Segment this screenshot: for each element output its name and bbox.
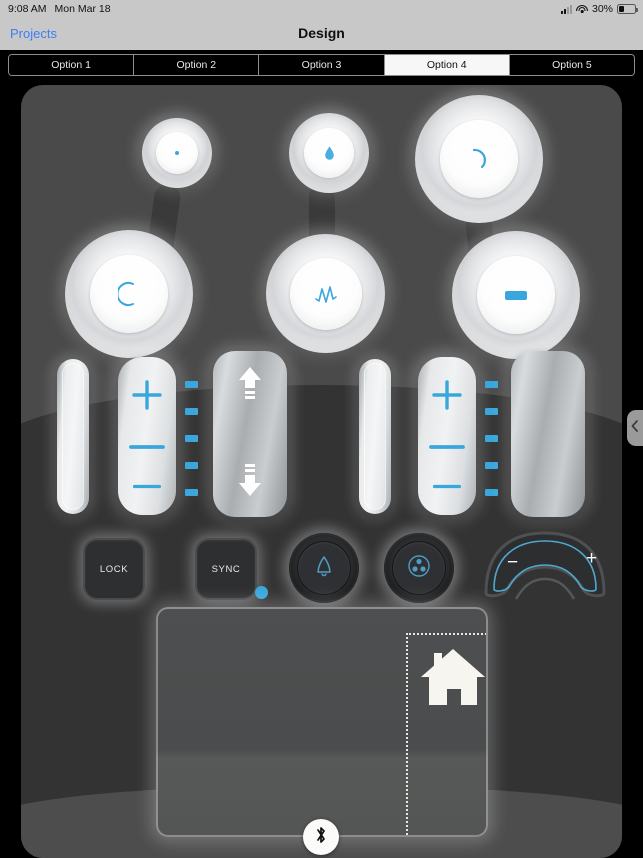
level-dash [185,462,198,469]
status-time: 9:08 AM [8,3,47,15]
battery-icon [617,4,638,14]
plus-icon [130,378,164,417]
arc-icon [466,146,492,172]
lock-button[interactable]: LOCK [83,538,145,600]
arrow-pad-left[interactable] [213,351,287,517]
rectangle-icon [504,287,528,303]
side-panel-handle[interactable] [627,410,643,446]
blue-status-dot [255,586,268,599]
droplet-icon [324,146,335,161]
knob-cap [156,132,198,174]
plus-icon [430,378,464,417]
battery-percent: 30% [591,3,613,15]
minus-small-icon [432,476,462,494]
level-dashes-left [185,381,198,496]
knob-cap [90,255,168,333]
volume-minus-label[interactable]: − [507,553,518,572]
knob-small-dot[interactable] [142,118,212,188]
level-dash [185,408,198,415]
device-panel: LOCK SYNC − + [21,85,622,858]
tab-option-1[interactable]: Option 1 [9,55,135,75]
app-root: 9:08 AM Mon Mar 18 30% Projects Design O… [0,0,643,858]
knob-waveform[interactable] [266,234,385,353]
level-dash [185,489,198,496]
knob-cap [440,120,518,198]
bell-button[interactable] [289,533,359,603]
page-title: Design [298,25,345,41]
bell-icon [313,554,335,583]
rocker-pad-right[interactable] [511,351,585,517]
bluetooth-button[interactable] [303,819,339,855]
level-dash [185,435,198,442]
status-bar-left: 9:08 AM Mon Mar 18 [8,3,111,15]
fan-icon [406,553,432,584]
touch-screen-area[interactable] [156,607,488,837]
cellular-signal-icon [560,4,572,14]
crescent-icon [118,281,140,307]
bluetooth-icon [314,825,328,850]
guide-line-horizontal [406,633,486,635]
plus-minus-pad-left[interactable] [118,357,176,515]
status-date: Mon Mar 18 [54,3,111,15]
tab-option-2[interactable]: Option 2 [134,55,260,75]
home-icon [420,647,486,714]
level-dash [185,381,198,388]
tab-option-3[interactable]: Option 3 [259,55,385,75]
wifi-icon [575,4,588,14]
fan-button-inner [393,542,445,594]
knob-rectangle[interactable] [452,231,580,359]
knob-small-droplet[interactable] [289,113,369,193]
tab-option-5[interactable]: Option 5 [509,55,634,75]
level-dashes-right [485,381,498,496]
guide-line-vertical [406,633,408,835]
level-dash [485,489,498,496]
knob-cap [477,256,555,334]
knob-crescent[interactable] [65,230,193,358]
fan-button[interactable] [384,533,454,603]
waveform-icon [314,284,338,304]
volume-rocker[interactable]: − + [480,527,610,602]
bell-button-inner [298,542,350,594]
chevron-left-icon [631,419,639,437]
nav-bar: Projects Design [0,18,643,50]
level-dash [485,435,498,442]
plus-minus-pad-right[interactable] [418,357,476,515]
knob-cap [304,128,354,178]
knob-large-arc[interactable] [415,95,543,223]
knob-cap [289,257,362,330]
level-dash [485,408,498,415]
sync-button[interactable]: SYNC [195,538,257,600]
option-tab-bar: Option 1 Option 2 Option 3 Option 4 Opti… [8,54,635,76]
minus-large-icon [128,437,166,455]
minus-small-icon [132,476,162,494]
volume-plus-label[interactable]: + [586,549,597,568]
arrow-up-icon [235,365,265,404]
minus-large-icon [428,437,466,455]
fader-blank-right[interactable] [359,359,391,514]
level-dash [485,462,498,469]
arrow-down-icon [235,464,265,503]
dot-icon [173,149,181,157]
level-dash [485,381,498,388]
fader-blank-left[interactable] [57,359,89,514]
tab-option-4[interactable]: Option 4 [384,55,510,75]
status-bar: 9:08 AM Mon Mar 18 30% [0,0,643,18]
status-bar-right: 30% [560,3,638,15]
